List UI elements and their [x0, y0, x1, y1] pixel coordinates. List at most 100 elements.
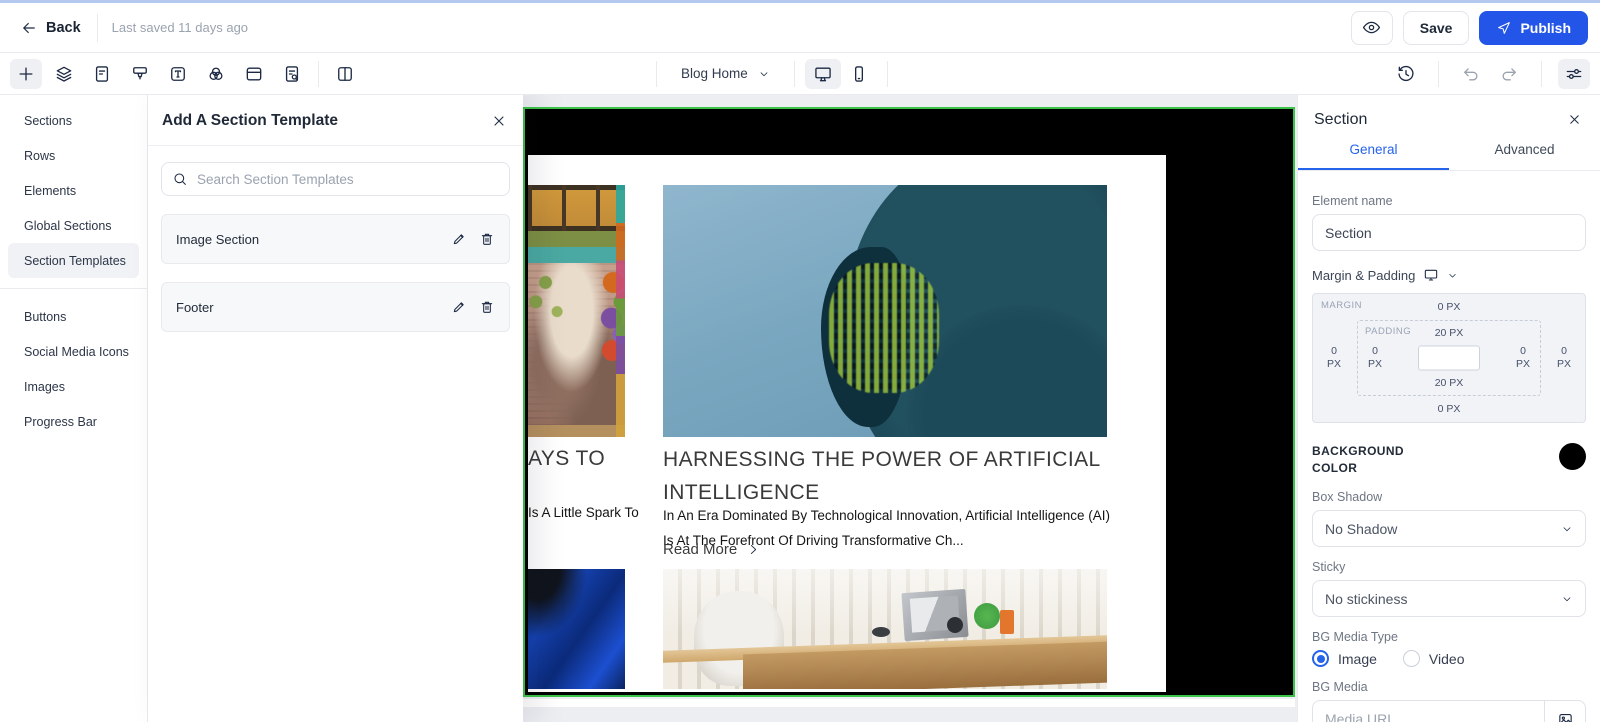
- padding-box: PADDING 20 PX 0 PX 0 PX 20 PX: [1357, 320, 1541, 396]
- background-color-label: BACKGROUND COLOR: [1312, 444, 1404, 475]
- box-shadow-label: Box Shadow: [1312, 490, 1383, 504]
- chevron-down-icon: [758, 68, 770, 80]
- panel-close-button[interactable]: [489, 111, 509, 131]
- inspector-close-button[interactable]: [1565, 110, 1584, 129]
- template-search[interactable]: [161, 162, 510, 196]
- painter-button[interactable]: [124, 59, 156, 89]
- sidebar-item-buttons[interactable]: Buttons: [0, 299, 147, 334]
- delete-icon[interactable]: [479, 299, 495, 315]
- sidebar-item-social-media-icons[interactable]: Social Media Icons: [0, 334, 147, 369]
- page-bottom-strip: [523, 699, 1295, 707]
- padding-left-value[interactable]: 0 PX: [1368, 345, 1382, 371]
- preview-button[interactable]: [1350, 10, 1393, 45]
- sidebar-item-elements[interactable]: Elements: [0, 173, 147, 208]
- padding-top-value[interactable]: 20 PX: [1358, 327, 1540, 339]
- sticky-select[interactable]: No stickiness: [1312, 580, 1586, 617]
- bg-media-type-label: BG Media Type: [1312, 630, 1398, 644]
- settings-sliders-icon: [1564, 64, 1584, 84]
- read-more-link[interactable]: Read More: [663, 541, 760, 558]
- version-history-button[interactable]: [1390, 59, 1422, 89]
- page-seo-button[interactable]: [276, 59, 308, 89]
- toolbar-divider: [886, 60, 888, 87]
- toolbar-divider: [793, 60, 795, 87]
- element-name-input[interactable]: [1312, 214, 1586, 251]
- page-selector-value: Blog Home: [681, 66, 748, 81]
- media-url-input[interactable]: [1312, 700, 1544, 722]
- save-button[interactable]: Save: [1402, 10, 1470, 45]
- send-icon: [1496, 20, 1512, 36]
- page-search-icon: [282, 64, 302, 84]
- panel-title: Add A Section Template: [162, 112, 338, 129]
- chevron-down-icon[interactable]: [1447, 270, 1458, 281]
- radio-video-label: Video: [1428, 650, 1465, 667]
- margin-bottom-value[interactable]: 0 PX: [1313, 403, 1585, 415]
- margin-right-value[interactable]: 0 PX: [1557, 345, 1571, 371]
- sidebar-item-images[interactable]: Images: [0, 369, 147, 404]
- margin-top-value[interactable]: 0 PX: [1313, 301, 1585, 313]
- blog-post-image-ai-woman[interactable]: [663, 185, 1107, 437]
- radio-option-video[interactable]: Video: [1402, 650, 1465, 667]
- undo-button[interactable]: [1455, 59, 1487, 89]
- desktop-view-button[interactable]: [804, 58, 841, 89]
- page-selector-dropdown[interactable]: Blog Home: [667, 66, 784, 81]
- box-shadow-value: No Shadow: [1325, 520, 1398, 537]
- left-sidebar: Sections Rows Elements Global Sections S…: [0, 95, 148, 722]
- read-more-label: Read More: [663, 541, 738, 558]
- chevron-down-icon: [1561, 593, 1573, 605]
- edit-icon[interactable]: [451, 299, 467, 315]
- painter-icon: [130, 64, 150, 84]
- blog-post-column-right: HARNESSING THE POWER OF ARTIFICIAL INTEL…: [663, 155, 1110, 692]
- margin-left-value[interactable]: 0 PX: [1327, 345, 1341, 371]
- typography-button[interactable]: [162, 59, 194, 89]
- blog-post-image[interactable]: [528, 569, 625, 689]
- delete-icon[interactable]: [479, 231, 495, 247]
- browser-card-button[interactable]: [238, 59, 270, 89]
- columns-icon: [335, 64, 355, 84]
- last-saved-text: Last saved 11 days ago: [111, 20, 249, 35]
- padding-right-value[interactable]: 0 PX: [1516, 345, 1530, 371]
- template-search-input[interactable]: [197, 171, 499, 187]
- radio-option-image[interactable]: Image: [1312, 650, 1377, 667]
- padding-bottom-value[interactable]: 20 PX: [1358, 377, 1540, 389]
- redo-button[interactable]: [1493, 59, 1525, 89]
- sidebar-item-rows[interactable]: Rows: [0, 138, 147, 173]
- blog-post-image[interactable]: [528, 185, 625, 437]
- toolbar-divider: [1438, 60, 1439, 87]
- blog-post-column-left: AYS TO Is A Little Spark To: [528, 155, 639, 692]
- form-document-icon: [92, 64, 112, 84]
- history-clock-icon: [1396, 64, 1416, 84]
- sidebar-item-sections[interactable]: Sections: [0, 103, 147, 138]
- background-color-swatch[interactable]: [1559, 443, 1586, 470]
- header-divider: [96, 13, 98, 42]
- toolbar-divider: [318, 60, 319, 87]
- colors-button[interactable]: [200, 59, 232, 89]
- color-circles-icon: [206, 64, 226, 84]
- sidebar-item-global-sections[interactable]: Global Sections: [0, 208, 147, 243]
- tab-general[interactable]: General: [1298, 142, 1449, 170]
- box-shadow-select[interactable]: No Shadow: [1312, 510, 1586, 547]
- add-element-button[interactable]: [10, 58, 42, 89]
- sidebar-item-progress-bar[interactable]: Progress Bar: [0, 404, 147, 439]
- columns-button[interactable]: [329, 59, 361, 89]
- layers-button[interactable]: [48, 59, 80, 89]
- selected-section-canvas[interactable]: AYS TO Is A Little Spark To HARNESSING T…: [523, 107, 1295, 697]
- back-button[interactable]: Back: [12, 13, 89, 43]
- settings-button[interactable]: [1558, 58, 1590, 89]
- element-name-label: Element name: [1312, 194, 1393, 208]
- box-model-center-input[interactable]: [1418, 345, 1480, 371]
- workspace: Sections Rows Elements Global Sections S…: [0, 95, 1600, 722]
- search-icon: [172, 171, 188, 187]
- sticky-label: Sticky: [1312, 560, 1346, 574]
- form-button[interactable]: [86, 59, 118, 89]
- template-item-image-section[interactable]: Image Section: [161, 214, 510, 264]
- publish-button[interactable]: Publish: [1479, 10, 1588, 45]
- sidebar-item-section-templates[interactable]: Section Templates: [8, 243, 139, 278]
- blog-post-image-desk[interactable]: [663, 569, 1107, 689]
- tab-advanced[interactable]: Advanced: [1449, 142, 1600, 170]
- media-picker-button[interactable]: [1544, 700, 1586, 722]
- publish-label: Publish: [1520, 19, 1571, 36]
- sticky-value: No stickiness: [1325, 590, 1408, 607]
- edit-icon[interactable]: [451, 231, 467, 247]
- template-item-footer[interactable]: Footer: [161, 282, 510, 332]
- mobile-view-button[interactable]: [841, 59, 877, 89]
